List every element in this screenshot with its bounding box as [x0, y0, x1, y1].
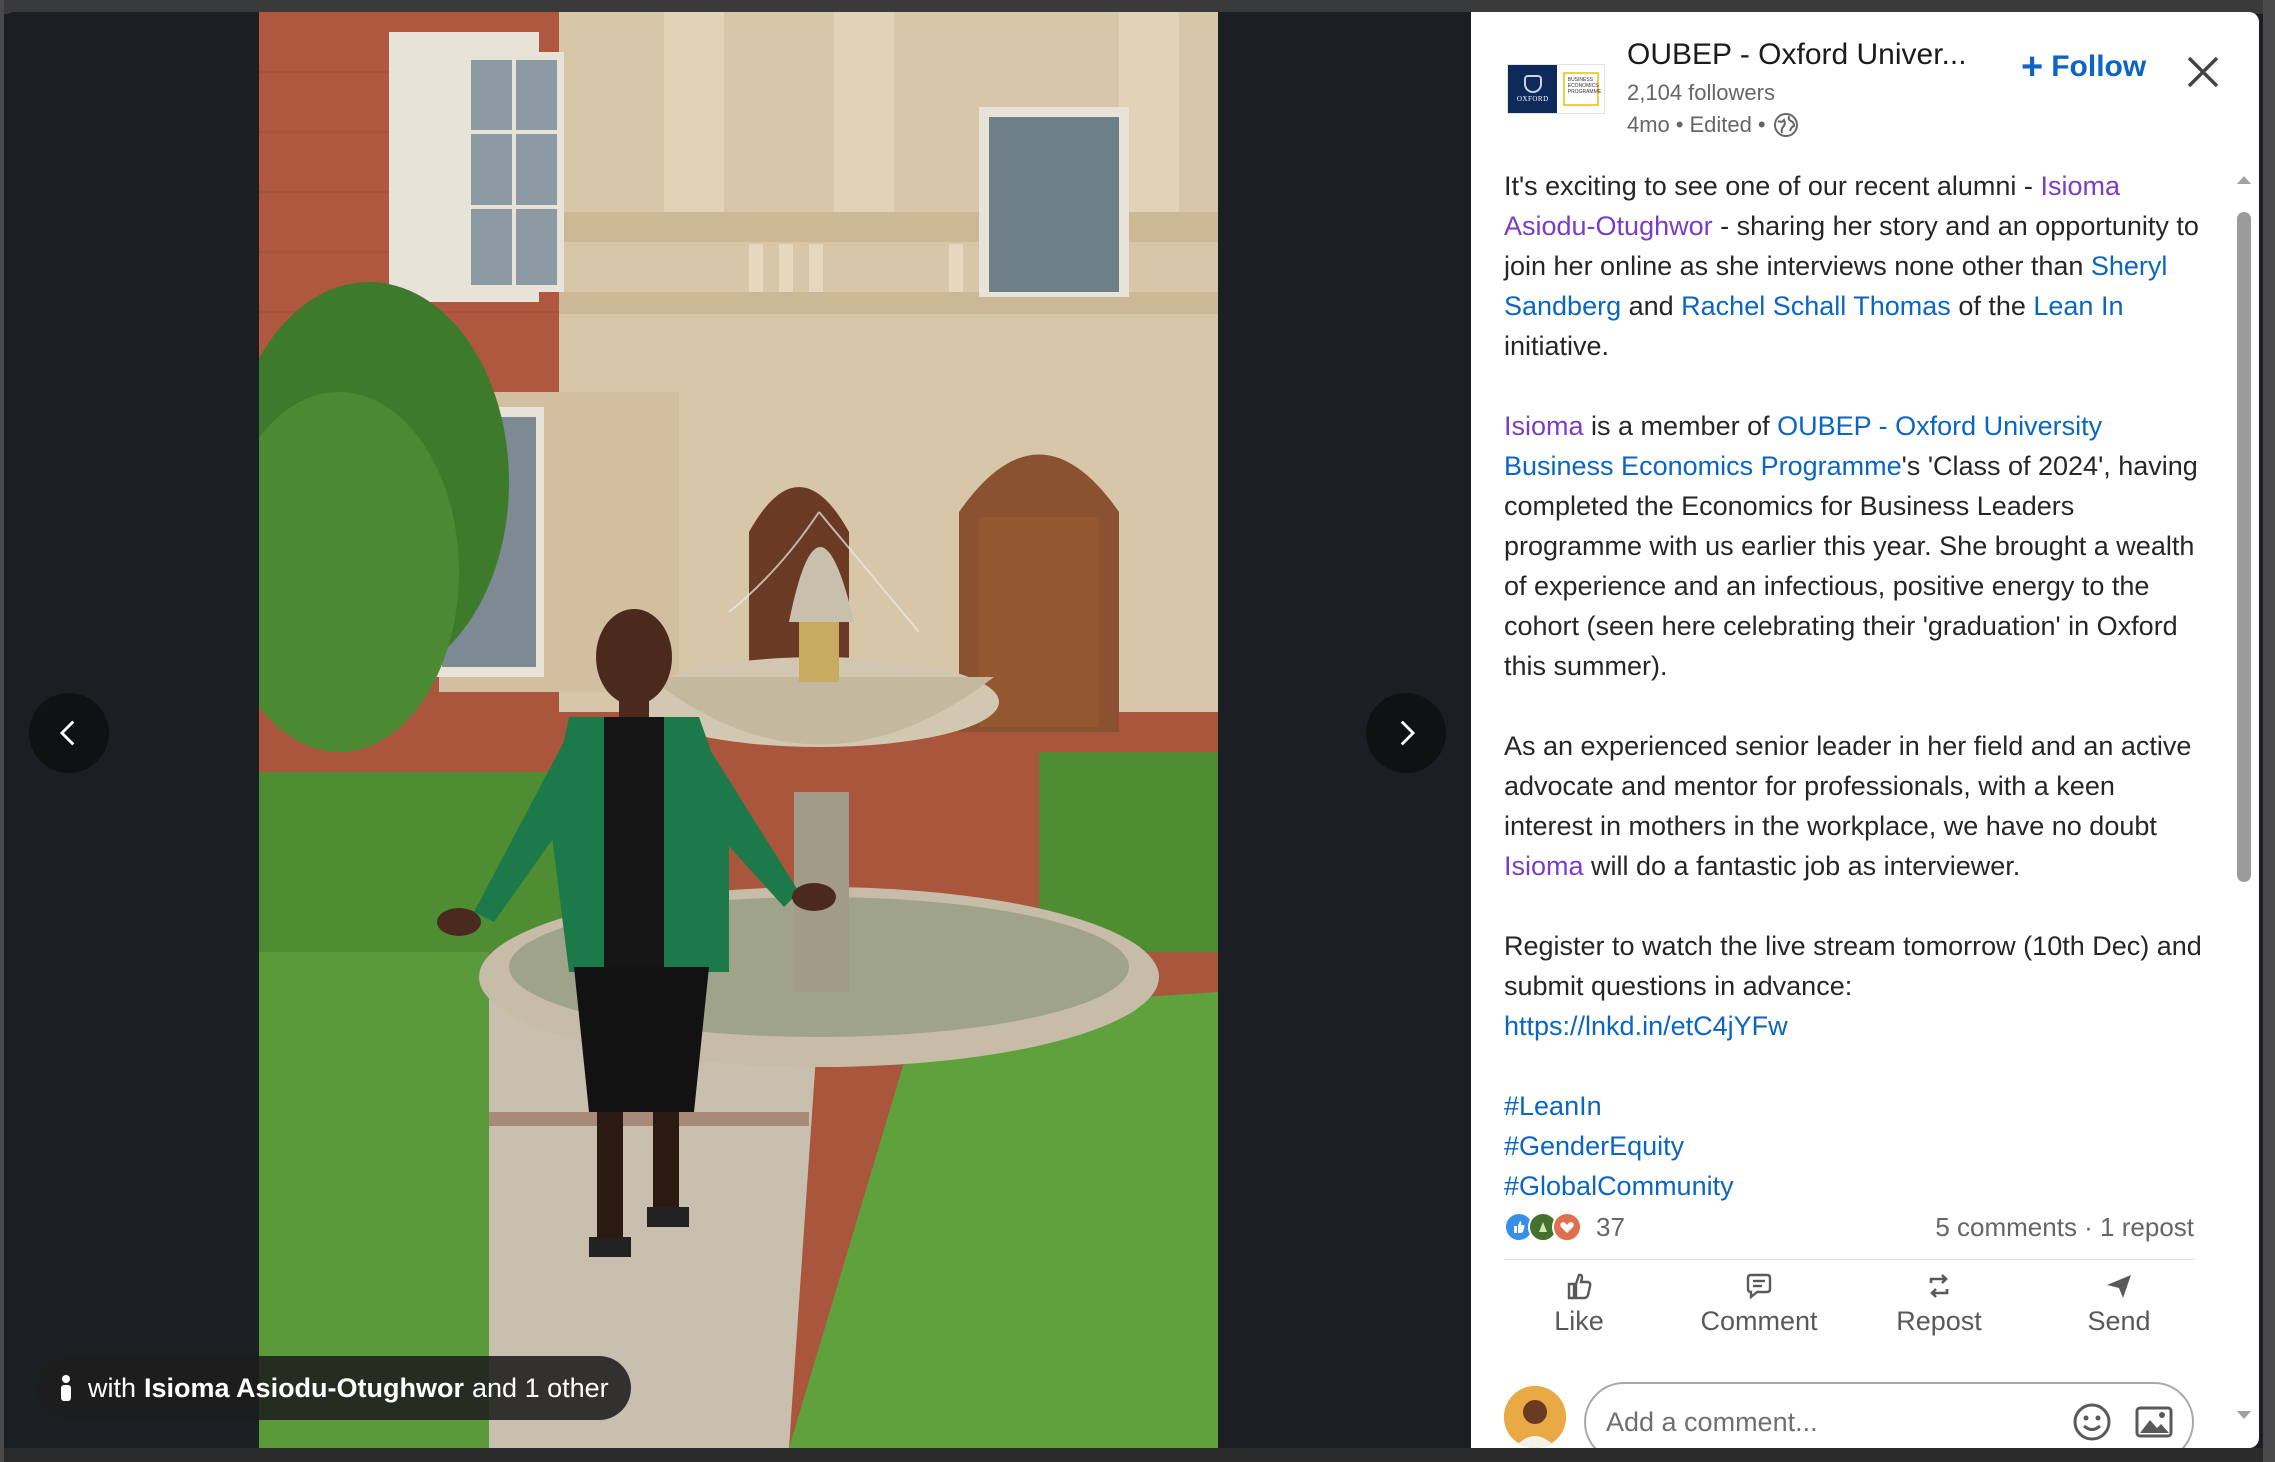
scroll-up-arrow-icon[interactable] — [2234, 170, 2254, 190]
send-icon — [2107, 1275, 2131, 1298]
image-icon[interactable] — [2132, 1400, 2176, 1444]
emoji-icon[interactable] — [2070, 1400, 2114, 1444]
post-header: OXFORD BUSINESS ECONOMICS PROGRAMME OUBE… — [1471, 12, 2259, 152]
tag-name: Isioma Asiodu-Otughwor — [144, 1372, 465, 1403]
send-button[interactable]: Send — [2044, 1270, 2194, 1360]
repost-button[interactable]: Repost — [1864, 1270, 2014, 1360]
globe-icon — [1773, 113, 1798, 137]
tagged-people-chip[interactable]: with Isioma Asiodu-Otughwor and 1 other — [36, 1356, 631, 1420]
thumbs-up-icon — [1567, 1273, 1592, 1300]
backdrop — [0, 1448, 2275, 1462]
post-details-panel: OXFORD BUSINESS ECONOMICS PROGRAMME OUBE… — [1471, 12, 2259, 1448]
post-photo — [259, 12, 1218, 1448]
org-logo[interactable]: OXFORD BUSINESS ECONOMICS PROGRAMME — [1507, 64, 1605, 114]
org-name-link[interactable]: OUBEP - Oxford Univer... — [1627, 38, 1967, 72]
post-paragraph: Isioma is a member of OUBEP - Oxford Uni… — [1504, 411, 2198, 681]
comment-input[interactable] — [1606, 1406, 2052, 1438]
comments-repost-count[interactable]: 5 comments · 1 repost — [1935, 1212, 2194, 1243]
post-body-scroll[interactable]: It's exciting to see one of our recent a… — [1471, 160, 2231, 1240]
hashtag-link[interactable]: #GlobalCommunity — [1504, 1166, 2204, 1206]
mention-link[interactable]: Lean In — [2033, 291, 2123, 321]
post-text: It's exciting to see one of our recent a… — [1504, 166, 2204, 1206]
avatar[interactable] — [1504, 1386, 1566, 1448]
reaction-count[interactable]: 37 — [1596, 1212, 1625, 1243]
post-modal: with Isioma Asiodu-Otughwor and 1 other … — [4, 12, 2259, 1448]
follow-button[interactable]: + Follow — [2021, 48, 2146, 86]
post-meta: 4mo • Edited • — [1627, 111, 1800, 139]
comment-button[interactable]: Comment — [1684, 1270, 1834, 1360]
person-icon — [61, 1375, 71, 1401]
previous-image-button[interactable] — [29, 693, 109, 773]
hashtag-link[interactable]: #GenderEquity — [1504, 1126, 2204, 1166]
divider — [1504, 1259, 2194, 1260]
tag-prefix: with — [88, 1372, 137, 1403]
repost-icon — [1929, 1274, 1949, 1298]
comment-icon — [1746, 1273, 1772, 1300]
media-viewer: with Isioma Asiodu-Otughwor and 1 other — [4, 12, 1471, 1448]
hashtag-list: #LeanIn #GenderEquity #GlobalCommunity — [1504, 1086, 2204, 1206]
scroll-down-arrow-icon[interactable] — [2234, 1405, 2254, 1425]
post-actions: Like Comment Repost Send — [1504, 1270, 2194, 1360]
scrollbar[interactable] — [2234, 170, 2254, 1425]
comment-input-wrapper — [1584, 1382, 2194, 1448]
comment-composer — [1504, 1372, 2194, 1448]
mention-link[interactable]: Rachel Schall Thomas — [1681, 291, 1951, 321]
mention-link[interactable]: Isioma — [1504, 851, 1584, 881]
social-counts: 37 5 comments · 1 repost — [1504, 1207, 2194, 1247]
chevron-right-icon — [1400, 720, 1416, 746]
post-paragraph: As an experienced senior leader in her f… — [1504, 731, 2192, 881]
plus-icon: + — [2021, 46, 2044, 88]
post-age: 4mo — [1627, 112, 1670, 137]
post-paragraph: It's exciting to see one of our recent a… — [1504, 171, 2199, 361]
like-button[interactable]: Like — [1504, 1270, 1654, 1360]
edited-label: Edited — [1689, 112, 1752, 137]
oxford-crest: OXFORD — [1508, 65, 1558, 113]
reaction-icons[interactable] — [1504, 1212, 1582, 1242]
mention-link[interactable]: Isioma — [1504, 411, 1584, 441]
hashtag-link[interactable]: #LeanIn — [1504, 1086, 2204, 1126]
follower-count: 2,104 followers — [1627, 80, 1775, 105]
chevron-left-icon — [59, 720, 75, 746]
external-link[interactable]: https://lnkd.in/etC4jYFw — [1504, 1011, 1788, 1041]
scrollbar-thumb[interactable] — [2237, 212, 2251, 882]
love-reaction-icon — [1552, 1212, 1582, 1242]
backdrop — [2263, 0, 2275, 1462]
next-image-button[interactable] — [1366, 693, 1446, 773]
bep-logo: BUSINESS ECONOMICS PROGRAMME — [1557, 65, 1604, 113]
close-icon[interactable] — [2183, 52, 2223, 92]
post-paragraph: Register to watch the live stream tomorr… — [1504, 931, 2202, 1041]
tag-suffix: and 1 other — [472, 1372, 609, 1403]
